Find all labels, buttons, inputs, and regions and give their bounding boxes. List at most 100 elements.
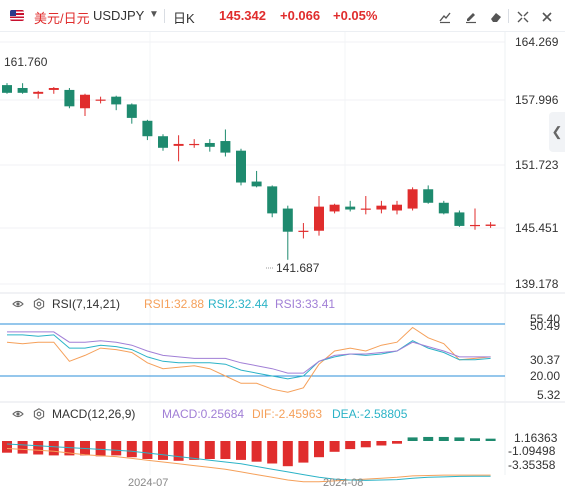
rsi-tick: 20.00 <box>530 369 560 383</box>
macd-tick: -3.35358 <box>508 458 556 472</box>
date-tick: 2024-08 <box>323 477 363 489</box>
rsi-tick: 5.32 <box>537 388 561 402</box>
rsi1-value: RSI1:32.88 <box>144 297 205 311</box>
eye-icon[interactable] <box>12 298 24 310</box>
macd-bar <box>204 441 215 459</box>
rsi-line-rsi3 <box>7 331 491 374</box>
candle <box>80 93 90 116</box>
candle <box>267 185 278 218</box>
candle <box>2 83 12 94</box>
price-tick: 139.178 <box>515 277 559 291</box>
macd-title: MACD(12,26,9) <box>52 407 136 421</box>
candle-body <box>423 189 434 203</box>
candle-body <box>485 224 496 226</box>
candle-body <box>282 208 293 232</box>
candle <box>126 103 137 124</box>
candle-body <box>376 205 387 210</box>
macd-bar <box>2 441 12 453</box>
candle-body <box>204 142 215 147</box>
macd-bar <box>48 441 59 456</box>
candle <box>454 210 465 227</box>
candle-body <box>17 87 28 93</box>
rsi-line-rsi1 <box>6 326 491 393</box>
candle <box>470 208 480 230</box>
macd-bar <box>236 441 246 460</box>
candle <box>173 135 184 162</box>
macd-bar <box>423 436 434 441</box>
macd-bar <box>470 438 480 441</box>
rsi-header: RSI(7,14,21) RSI1:32.88 RSI2:32.44 RSI3:… <box>0 295 565 313</box>
candle-body <box>173 143 184 146</box>
price-tick: 164.269 <box>515 35 559 49</box>
candle <box>376 200 387 214</box>
macd-bar <box>298 441 309 463</box>
candle-body <box>329 204 340 212</box>
macd-bar <box>95 441 106 457</box>
candle <box>423 185 434 204</box>
candle <box>360 196 371 215</box>
rsi2-value: RSI2:32.44 <box>208 297 269 311</box>
candle-body <box>33 91 44 94</box>
candle <box>345 200 356 212</box>
candlestick-series <box>2 83 496 260</box>
macd-tick: -1.09498 <box>508 444 556 458</box>
rsi-axis: 55.40 50.49 30.37 20.00 5.32 <box>530 312 561 402</box>
macd-bar <box>251 441 262 462</box>
macd-line-dea <box>6 443 491 481</box>
macd-bar <box>189 441 200 460</box>
macd-value: MACD:0.25684 <box>162 407 245 421</box>
macd-bar <box>282 441 293 467</box>
rsi-line-rsi2 <box>7 334 491 380</box>
macd-bar <box>33 441 44 455</box>
macd-bar <box>329 441 340 452</box>
candle <box>189 139 200 148</box>
price-tick: 145.451 <box>515 221 559 235</box>
macd-bar <box>438 436 449 441</box>
candle <box>204 139 215 152</box>
candle <box>95 96 106 104</box>
candle <box>33 90 44 99</box>
candle-body <box>298 230 309 232</box>
candle-body <box>407 189 418 209</box>
macd-bar <box>173 441 184 461</box>
macd-tick: 1.16363 <box>514 431 558 445</box>
high-price-label: 161.760 <box>4 55 48 69</box>
macd-bar <box>111 441 122 456</box>
candle-body <box>95 99 106 101</box>
candle <box>220 129 231 157</box>
candle <box>485 222 496 228</box>
price-tick: 151.723 <box>515 158 559 172</box>
candle-body <box>251 181 262 187</box>
macd-bar <box>142 441 153 459</box>
price-tick: 157.996 <box>515 93 559 107</box>
candle <box>298 223 309 239</box>
candle-body <box>470 224 480 227</box>
macd-histogram <box>2 436 496 467</box>
candle-body <box>314 206 324 231</box>
macd-bar <box>17 441 28 454</box>
eye-icon[interactable] <box>12 408 24 420</box>
macd-bar <box>126 441 137 458</box>
macd-bar <box>407 437 418 441</box>
macd-bar <box>158 441 168 460</box>
candle-body <box>220 141 231 153</box>
candle <box>158 134 168 151</box>
macd-bar <box>314 441 324 458</box>
candle <box>251 170 262 188</box>
candle-body <box>111 96 122 105</box>
candle-body <box>267 186 278 214</box>
candle <box>314 196 324 236</box>
macd-bar <box>376 441 387 446</box>
dea-value: DEA:-2.58805 <box>332 407 408 421</box>
dif-value: DIF:-2.45963 <box>252 407 323 421</box>
macd-bar <box>345 441 356 450</box>
candle-body <box>236 150 246 183</box>
rsi-tick: 50.49 <box>530 319 560 333</box>
candle-body <box>158 136 168 148</box>
candle-body <box>360 208 371 210</box>
rsi-tick: 30.37 <box>530 353 560 367</box>
settings-icon[interactable] <box>33 298 45 310</box>
rsi-title: RSI(7,14,21) <box>52 297 121 311</box>
settings-icon[interactable] <box>33 408 45 420</box>
macd-bar <box>360 441 371 448</box>
